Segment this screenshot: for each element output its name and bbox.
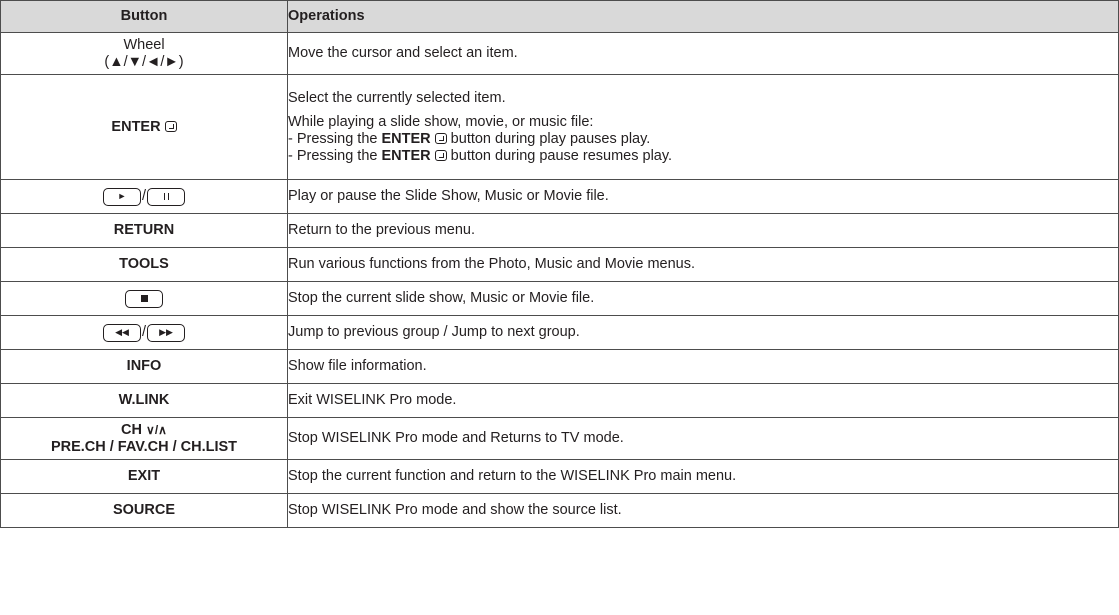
stop-key-icon [125,289,163,308]
button-cell: ◀◀ / ▶▶ [0,315,288,350]
rewind-key-icon: ◀◀ [102,323,141,342]
operation-cell: Show file information. [287,349,1119,384]
info-label: INFO [0,349,288,384]
operation-cell: Stop WISELINK Pro mode and show the sour… [287,493,1119,528]
enter-op-line-4-prefix: - Pressing the [288,147,382,164]
wheel-arrows: (▲/▼/◄/►) [104,53,184,70]
operation-cell: Exit WISELINK Pro mode. [287,383,1119,418]
table-row-skip: ◀◀ / ▶▶ Jump to previous group / Jump to n… [0,315,1119,350]
enter-op-line-1: Select the currently selected item. [288,89,506,106]
enter-op-line-3-suffix: button during play pauses play. [446,130,651,147]
table-row-return: RETURN Return to the previous menu. [0,213,1119,248]
wlink-label: W.LINK [0,383,288,418]
operation-cell: Play or pause the Slide Show, Music or M… [287,179,1119,214]
table-row-source: SOURCE Stop WISELINK Pro mode and show t… [0,493,1119,528]
operation-cell: Run various functions from the Photo, Mu… [287,247,1119,282]
button-cell: ► / [0,179,288,214]
table-row-info: INFO Show file information. [0,349,1119,384]
fast-forward-key-icon: ▶▶ [147,323,186,342]
enter-op-line-3-prefix: - Pressing the [288,130,382,147]
enter-label: ENTER [111,118,161,135]
table-row-stop: Stop the current slide show, Music or Mo… [0,281,1119,316]
button-column-header: Button [0,0,288,33]
table-row-exit: EXIT Stop the current function and retur… [0,459,1119,494]
operations-column-header: Operations [287,0,1119,33]
operation-cell: Stop WISELINK Pro mode and Returns to TV… [287,417,1119,460]
table-row-ch: CH ∨/∧ PRE.CH / FAV.CH / CH.LIST Stop WI… [0,417,1119,460]
enter-icon [434,132,447,144]
ch-line-2: PRE.CH / FAV.CH / CH.LIST [50,438,238,455]
table-header-row: Button Operations [0,0,1119,33]
enter-op-line-4: - Pressing the ENTER button during pause… [288,148,1118,165]
operation-cell: Stop the current function and return to … [287,459,1119,494]
operation-cell: Move the cursor and select an item. [287,32,1119,75]
enter-op-line-3-bold: ENTER [381,130,431,147]
return-label: RETURN [0,213,288,248]
enter-icon [164,120,177,132]
operation-cell: Select the currently selected item. Whil… [287,74,1119,180]
table-row-wheel: Wheel (▲/▼/◄/►) Move the cursor and sele… [0,32,1119,75]
enter-op-line-4-suffix: button during pause resumes play. [446,147,673,164]
table-row-wlink: W.LINK Exit WISELINK Pro mode. [0,383,1119,418]
button-cell: CH ∨/∧ PRE.CH / FAV.CH / CH.LIST [0,417,288,460]
ch-chevrons-icon: ∨/∧ [146,422,167,437]
wheel-label: Wheel [123,36,165,53]
enter-icon [434,149,447,161]
pause-key-icon [147,187,186,206]
button-cell [0,281,288,316]
enter-op-line-3: - Pressing the ENTER button during play … [288,131,1118,148]
source-label: SOURCE [0,493,288,528]
table-row-enter: ENTER Select the currently selected item… [0,74,1119,180]
ch-line-1: CH ∨/∧ [1,422,287,439]
play-key-icon: ► [102,187,141,206]
enter-op-line-4-bold: ENTER [381,147,431,164]
button-cell: ENTER [0,74,288,180]
tools-label: TOOLS [0,247,288,282]
table-row-play-pause: ► / Play or pause the Slide Show, Music o… [0,179,1119,214]
operation-cell: Jump to previous group / Jump to next gr… [287,315,1119,350]
operation-cell: Stop the current slide show, Music or Mo… [287,281,1119,316]
operation-cell: Return to the previous menu. [287,213,1119,248]
button-cell: Wheel (▲/▼/◄/►) [0,32,288,75]
table-row-tools: TOOLS Run various functions from the Pho… [0,247,1119,282]
operations-table: Button Operations Wheel (▲/▼/◄/►) Move t… [0,0,1119,528]
exit-label: EXIT [0,459,288,494]
enter-op-line-2: While playing a slide show, movie, or mu… [288,113,594,130]
ch-label: CH [121,421,142,438]
